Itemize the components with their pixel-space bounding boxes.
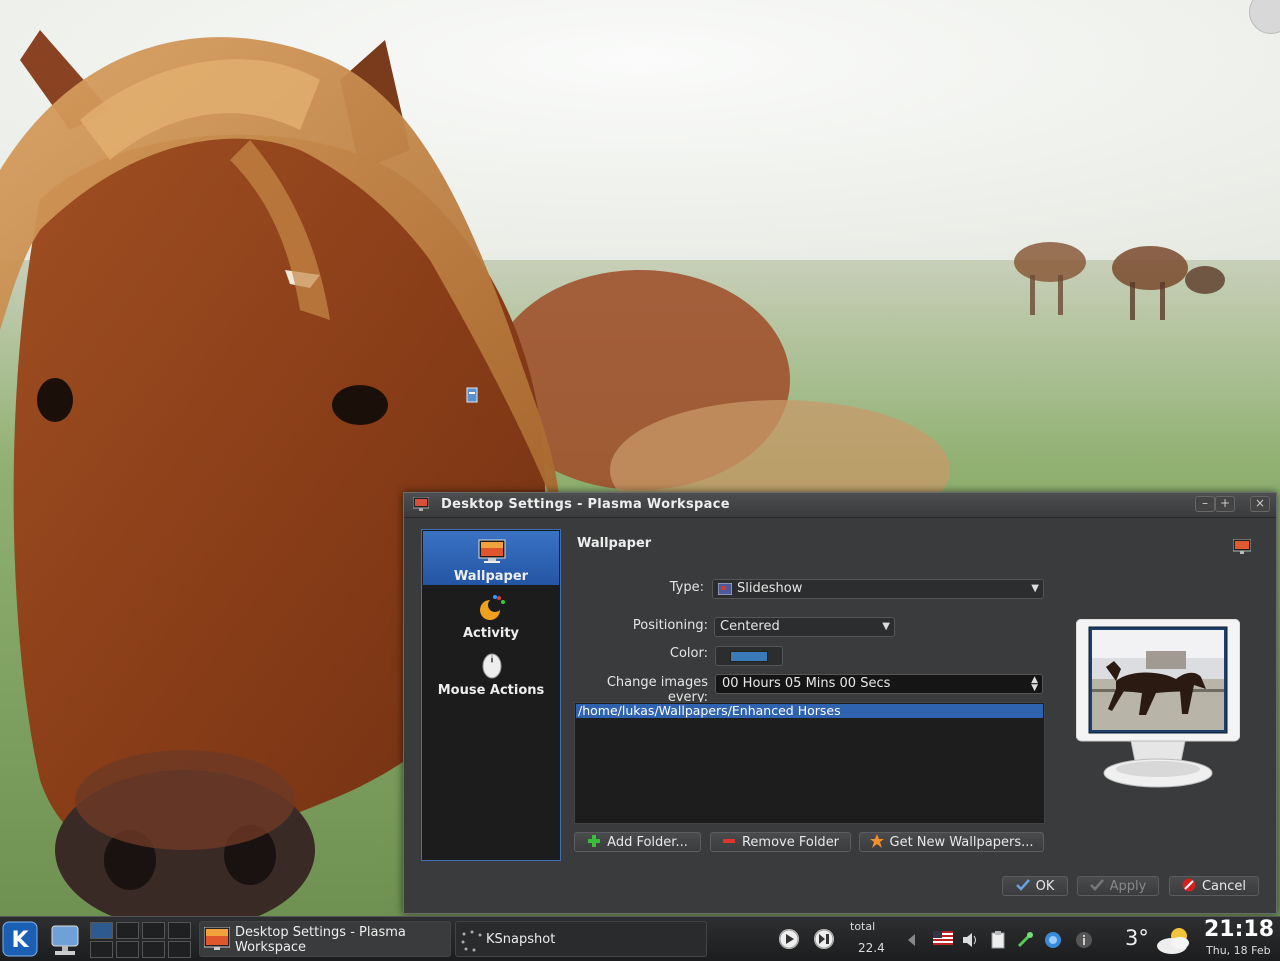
- add-folder-label: Add Folder...: [607, 835, 688, 850]
- task-label: KSnapshot: [486, 932, 556, 947]
- network-monitor-value: 22.4: [858, 941, 885, 955]
- check-icon: [1015, 878, 1030, 892]
- positioning-label: Positioning:: [632, 618, 708, 633]
- activity-icon: [478, 594, 506, 622]
- type-label: Type:: [669, 580, 704, 595]
- cancel-label: Cancel: [1201, 879, 1247, 894]
- apply-label: Apply: [1109, 879, 1147, 894]
- task-label: Desktop Settings - Plasma Workspace: [235, 925, 406, 955]
- slideshow-icon: [718, 583, 732, 595]
- positioning-value: Centered: [720, 619, 780, 634]
- pager-desktop[interactable]: [90, 941, 113, 958]
- get-new-wallpapers-button[interactable]: Get New Wallpapers...: [859, 832, 1044, 852]
- partly-cloudy-icon[interactable]: [1155, 925, 1193, 955]
- info-icon[interactable]: [1075, 931, 1093, 949]
- network-manager-icon[interactable]: [50, 922, 80, 956]
- volume-icon[interactable]: [961, 931, 979, 949]
- loading-icon: [461, 930, 482, 952]
- taskbar: K Desktop Settings - Plasma Workspace KS…: [0, 916, 1280, 961]
- wallpaper-icon: [478, 537, 506, 565]
- clipboard-icon[interactable]: [989, 931, 1007, 949]
- keyboard-layout-flag-icon[interactable]: [933, 931, 953, 949]
- dialog-title: Desktop Settings - Plasma Workspace: [441, 497, 730, 512]
- check-icon: [1089, 878, 1104, 892]
- type-combo[interactable]: Slideshow ▼: [712, 579, 1044, 599]
- monitor-preview-icon: [1075, 618, 1241, 788]
- mouse-icon: [478, 651, 506, 679]
- change-images-label: Change images every:: [606, 675, 708, 705]
- section-title: Wallpaper: [577, 536, 652, 551]
- desktop-settings-app-icon: [412, 496, 430, 511]
- type-value: Slideshow: [737, 581, 803, 596]
- positioning-combo[interactable]: Centered ▼: [714, 617, 895, 637]
- close-button[interactable]: ×: [1250, 496, 1270, 512]
- add-folder-button[interactable]: Add Folder...: [574, 832, 701, 852]
- weather-temperature: 3°: [1125, 926, 1149, 950]
- sidebar-item-activity[interactable]: Activity: [423, 588, 559, 642]
- sidebar-item-label: Activity: [462, 626, 520, 641]
- pager-desktop[interactable]: [168, 941, 191, 958]
- minus-icon: [722, 834, 736, 848]
- sidebar-item-label: Wallpaper: [453, 569, 529, 584]
- chevron-down-icon: ▼: [1031, 583, 1039, 594]
- desktop-settings-dialog: Desktop Settings - Plasma Workspace – + …: [403, 492, 1277, 914]
- svg-text:K: K: [11, 928, 29, 953]
- settings-sidebar: Wallpaper Activity Mouse Actions: [421, 529, 561, 861]
- desktop-file-icon[interactable]: [466, 387, 478, 403]
- wallpaper-header-icon: [1232, 538, 1252, 555]
- dialog-titlebar[interactable]: Desktop Settings - Plasma Workspace – + …: [404, 493, 1276, 518]
- wallpaper-icon: [204, 927, 230, 950]
- get-new-wallpapers-label: Get New Wallpapers...: [889, 835, 1034, 850]
- ok-label: OK: [1035, 879, 1055, 894]
- change-interval-spinbox[interactable]: 00 Hours 05 Mins 00 Secs ▲ ▼: [715, 674, 1043, 694]
- next-track-icon[interactable]: [814, 929, 834, 949]
- play-button-icon[interactable]: [779, 929, 799, 949]
- pager-desktop[interactable]: [142, 922, 165, 939]
- pager-desktop[interactable]: [142, 941, 165, 958]
- clock-date: Thu, 18 Feb: [1206, 944, 1271, 957]
- task-desktop-settings[interactable]: Desktop Settings - Plasma Workspace: [199, 921, 451, 957]
- task-ksnapshot[interactable]: KSnapshot: [455, 921, 707, 957]
- sidebar-item-mouse-actions[interactable]: Mouse Actions: [423, 645, 559, 699]
- color-picker-button[interactable]: [715, 646, 783, 666]
- star-icon: [869, 834, 884, 848]
- virtual-desktop-pager[interactable]: [90, 920, 192, 958]
- remove-folder-label: Remove Folder: [741, 835, 840, 850]
- pager-desktop[interactable]: [168, 922, 191, 939]
- tray-collapse-arrow-icon[interactable]: [903, 931, 921, 949]
- minimize-button[interactable]: –: [1195, 496, 1215, 512]
- remove-folder-button[interactable]: Remove Folder: [710, 832, 851, 852]
- spin-arrows-icon[interactable]: ▲ ▼: [1031, 676, 1038, 693]
- maximize-button[interactable]: +: [1215, 496, 1235, 512]
- color-swatch: [730, 651, 768, 662]
- sidebar-item-label: Mouse Actions: [437, 683, 545, 698]
- color-label: Color:: [669, 646, 708, 661]
- pager-desktop[interactable]: [90, 922, 113, 939]
- pager-desktop[interactable]: [116, 941, 139, 958]
- plus-icon: [587, 834, 601, 848]
- change-interval-value: 00 Hours 05 Mins 00 Secs: [722, 676, 891, 691]
- device-notifier-icon[interactable]: [1016, 931, 1034, 949]
- ok-button[interactable]: OK: [1002, 876, 1068, 896]
- sidebar-item-wallpaper[interactable]: Wallpaper: [423, 531, 559, 585]
- cancel-icon: [1182, 878, 1196, 892]
- clock-time[interactable]: 21:18: [1204, 917, 1274, 942]
- apply-button[interactable]: Apply: [1077, 876, 1159, 896]
- wallpaper-preview: [1075, 618, 1241, 789]
- chevron-down-icon: ▼: [882, 621, 890, 632]
- pager-desktop[interactable]: [116, 922, 139, 939]
- kopete-icon[interactable]: [1044, 931, 1062, 949]
- network-monitor-label: total: [850, 920, 876, 933]
- kde-menu-icon[interactable]: K: [2, 921, 38, 957]
- list-item[interactable]: /home/lukas/Wallpapers/Enhanced Horses: [576, 704, 1043, 718]
- cancel-button[interactable]: Cancel: [1169, 876, 1259, 896]
- folder-list[interactable]: /home/lukas/Wallpapers/Enhanced Horses: [574, 702, 1045, 824]
